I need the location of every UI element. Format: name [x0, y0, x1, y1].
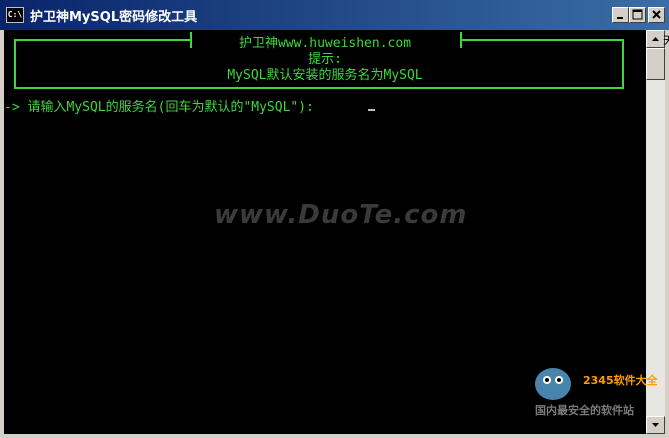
- minimize-icon: [617, 17, 623, 19]
- mascot-icon: [535, 368, 571, 400]
- service-name-prompt: -> 请输入MySQL的服务名(回车为默认的"MySQL"):: [4, 100, 314, 115]
- scroll-thumb[interactable]: [646, 48, 665, 80]
- maximize-icon: [632, 9, 643, 20]
- banner-hint-text: MySQL默认安装的服务名为MySQL: [227, 68, 423, 83]
- console-icon[interactable]: C:\: [6, 7, 24, 23]
- console-window: C:\ 护卫神MySQL密码修改工具 护卫神www.huweishen.com …: [0, 0, 669, 438]
- close-icon: [652, 10, 661, 19]
- logo-brand-text: 2345软件大全: [583, 374, 658, 387]
- minimize-button[interactable]: [612, 7, 629, 23]
- text-cursor[interactable]: [368, 109, 375, 111]
- title-bar[interactable]: C:\ 护卫神MySQL密码修改工具: [0, 0, 669, 30]
- arrow-up-icon: [652, 37, 659, 41]
- duote-watermark: www.DuoTe.com: [214, 200, 468, 230]
- edge-glyph: 天: [663, 34, 669, 47]
- logo-slogan-text: 国内最安全的软件站: [535, 404, 634, 417]
- site-logo-watermark: 2345软件大全 国内最安全的软件站: [525, 360, 665, 426]
- maximize-button[interactable]: [629, 7, 646, 23]
- window-title: 护卫神MySQL密码修改工具: [30, 10, 198, 25]
- close-button[interactable]: [648, 7, 665, 23]
